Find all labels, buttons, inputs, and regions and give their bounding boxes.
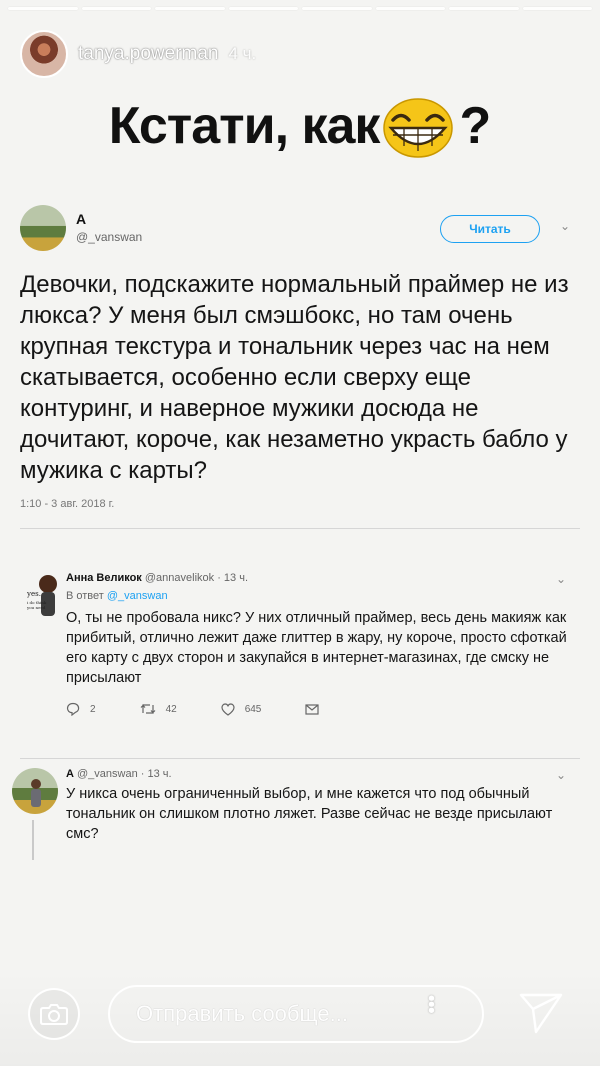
reply-to-line: В ответ @_vanswan [66, 590, 576, 602]
progress-segment [228, 7, 298, 10]
grinning-emoji-icon [383, 98, 454, 158]
story-time: 4 ч. [228, 44, 257, 63]
like-action[interactable]: 645 [221, 702, 262, 716]
chevron-down-icon[interactable]: ⌄ [560, 219, 570, 233]
reply-time: · 13 ч. [140, 768, 172, 780]
chevron-down-icon[interactable]: ⌄ [556, 572, 566, 586]
retweet-action[interactable]: 42 [140, 703, 177, 715]
reply-to-handle[interactable]: @_vanswan [107, 590, 168, 602]
like-count: 645 [244, 703, 262, 715]
story-username[interactable]: tanya.powerman [78, 43, 218, 65]
reply-meta: Анна Великок @annavelikok · 13 ч. [66, 572, 576, 584]
progress-segment [375, 7, 445, 10]
story-progress-bar [8, 7, 592, 10]
reply-count: 2 [90, 703, 96, 715]
story-reply-bar: Отправить сообще... • • • [0, 970, 600, 1066]
reply-author-name[interactable]: А [66, 768, 74, 780]
svg-text:yes.: yes. [26, 590, 41, 598]
tweet-author-avatar[interactable] [20, 205, 66, 251]
tweet-author-handle[interactable]: @_vanswan [76, 230, 142, 244]
progress-segment [302, 7, 372, 10]
reply-author-handle[interactable]: @_vanswan [77, 768, 138, 780]
progress-segment [449, 7, 519, 10]
tweet-author-name[interactable]: А [76, 211, 142, 227]
reply-text: У никса очень ограниченный выбор, и мне … [66, 786, 553, 842]
reply-author-name[interactable]: Анна Великок [66, 572, 142, 584]
tweet-text: Девочки, подскажите нормальный праймер н… [20, 271, 569, 484]
reply-actions: 2 42 645 [66, 702, 576, 716]
reply-icon [66, 702, 80, 716]
envelope-icon [305, 703, 319, 715]
story-avatar[interactable] [20, 30, 68, 78]
main-tweet: А @_vanswan Читать ⌄ Девочки, подскажите… [20, 205, 580, 529]
caption-question-mark: ? [459, 97, 492, 155]
camera-button[interactable] [28, 988, 80, 1040]
heart-icon [221, 702, 235, 716]
reply-author-avatar[interactable] [12, 768, 58, 814]
story-header: tanya.powerman 4 ч. [20, 26, 580, 82]
reply-author-avatar[interactable]: yes. i do think you need [26, 572, 60, 622]
caption-text: Кстати, как [108, 97, 381, 155]
story-caption: Кстати, как ? [0, 94, 600, 158]
reply-to-label: В ответ [66, 590, 104, 602]
more-options-icon[interactable]: • • • [428, 989, 435, 1021]
retweet-icon [140, 704, 155, 714]
reply-text: О, ты не пробовала никс? У них отличный … [66, 610, 567, 686]
divider [20, 758, 580, 759]
camera-icon [40, 1004, 68, 1025]
reply-meta: А @_vanswan · 13 ч. [66, 768, 576, 780]
retweet-count: 42 [165, 703, 177, 715]
progress-segment [81, 7, 151, 10]
divider [20, 528, 580, 529]
send-icon[interactable] [518, 992, 564, 1034]
svg-text:you need: you need [26, 605, 46, 610]
chevron-down-icon[interactable]: ⌄ [556, 768, 566, 782]
progress-segment [8, 7, 78, 10]
message-action[interactable] [305, 703, 329, 715]
thread-line [32, 820, 34, 860]
tweet-date: 1:10 - 3 авг. 2018 г. [20, 498, 115, 510]
progress-segment [522, 7, 592, 10]
progress-segment [155, 7, 225, 10]
reply-time: · 13 ч. [217, 572, 249, 584]
follow-button[interactable]: Читать [440, 215, 540, 243]
tweet-header: А @_vanswan Читать ⌄ [20, 205, 580, 255]
reply-author-handle[interactable]: @annavelikok [145, 572, 214, 584]
reply-action[interactable]: 2 [66, 702, 96, 716]
